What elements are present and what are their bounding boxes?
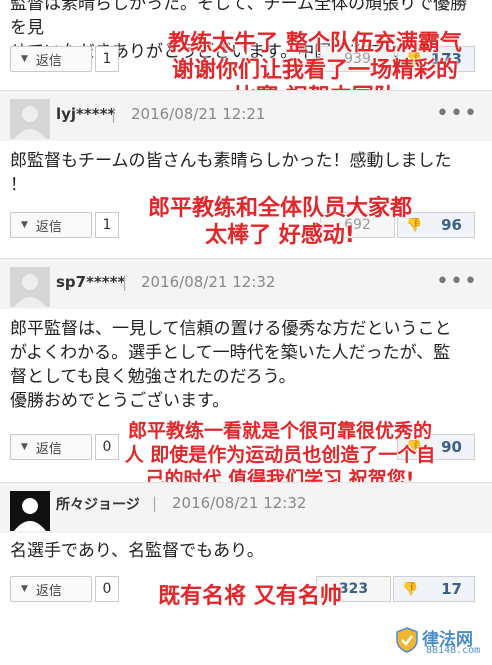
vote-down-count: 17 (441, 580, 462, 598)
vote-down-count: 96 (441, 216, 462, 234)
separator: | (111, 105, 117, 123)
vote-down-button[interactable]: 👎 17 (393, 576, 475, 602)
more-options-icon[interactable]: ••• (436, 101, 478, 126)
username[interactable]: 所々ジョージ (56, 494, 140, 514)
comment: sp7***** | 2016/08/21 12:32 ••• 郎平監督は、一見… (0, 259, 492, 490)
watermark-url: 88148.com (426, 645, 481, 656)
username[interactable]: sp7***** (56, 273, 125, 291)
avatar (10, 99, 50, 139)
reply-count: 1 (95, 212, 119, 238)
reply-label: 返信 (35, 53, 62, 69)
comment: 所々ジョージ | 2016/08/21 12:32 名選手であり、名監督でもあり… (0, 483, 492, 623)
comment-body: 郎平監督は、一見して信頼の置ける優秀な方だということ がよくわかる。選手として一… (10, 319, 452, 411)
avatar (10, 491, 50, 531)
annotation-overlay: 既有名将 又有名帅 (158, 584, 342, 609)
thumb-down-icon: 👎 (402, 581, 419, 597)
comment-body: 名選手であり、名監督でもあり。 (10, 541, 264, 561)
reply-label: 返信 (35, 583, 62, 599)
annotation-overlay: 郎平教练一看就是个很可靠很优秀的 人 即使是作为运动员也创造了一个自 己的时代 … (124, 420, 436, 490)
caret-down-icon: ▼ (21, 54, 28, 64)
reply-label: 返信 (35, 219, 62, 235)
timestamp: 2016/08/21 12:21 (131, 105, 266, 123)
comment: lyj***** | 2016/08/21 12:21 ••• 郎監督もチームの… (0, 91, 492, 251)
username[interactable]: lyj***** (56, 105, 115, 123)
reply-button[interactable]: ▼ 返信 (10, 576, 92, 602)
caret-down-icon: ▼ (21, 584, 28, 594)
site-watermark: 律法网 88148.com (392, 623, 492, 663)
annotation-overlay: 郎平教练和全体队员大家都 太棒了 好感动! (147, 196, 412, 248)
separator: | (122, 273, 128, 291)
timestamp: 2016/08/21 12:32 (172, 494, 307, 512)
reply-button[interactable]: ▼ 返信 (10, 46, 92, 72)
reply-label: 返信 (35, 441, 62, 457)
reply-button[interactable]: ▼ 返信 (10, 434, 92, 460)
comment-body: 郎監督もチームの皆さんも素晴らしかった！感動しました ！ (10, 151, 452, 195)
caret-down-icon: ▼ (21, 220, 28, 230)
shield-logo-icon (396, 627, 418, 653)
reply-count: 1 (95, 46, 119, 72)
timestamp: 2016/08/21 12:32 (141, 273, 276, 291)
avatar (10, 267, 50, 307)
more-options-icon[interactable]: ••• (436, 269, 478, 294)
separator: | (152, 494, 158, 512)
caret-down-icon: ▼ (21, 442, 28, 452)
comment-partial: 監督は素晴らしかった。そして、チーム全体の頑張りで優勝を見 せていただきありがと… (0, 0, 492, 110)
reply-button[interactable]: ▼ 返信 (10, 212, 92, 238)
reply-count: 0 (95, 576, 119, 602)
